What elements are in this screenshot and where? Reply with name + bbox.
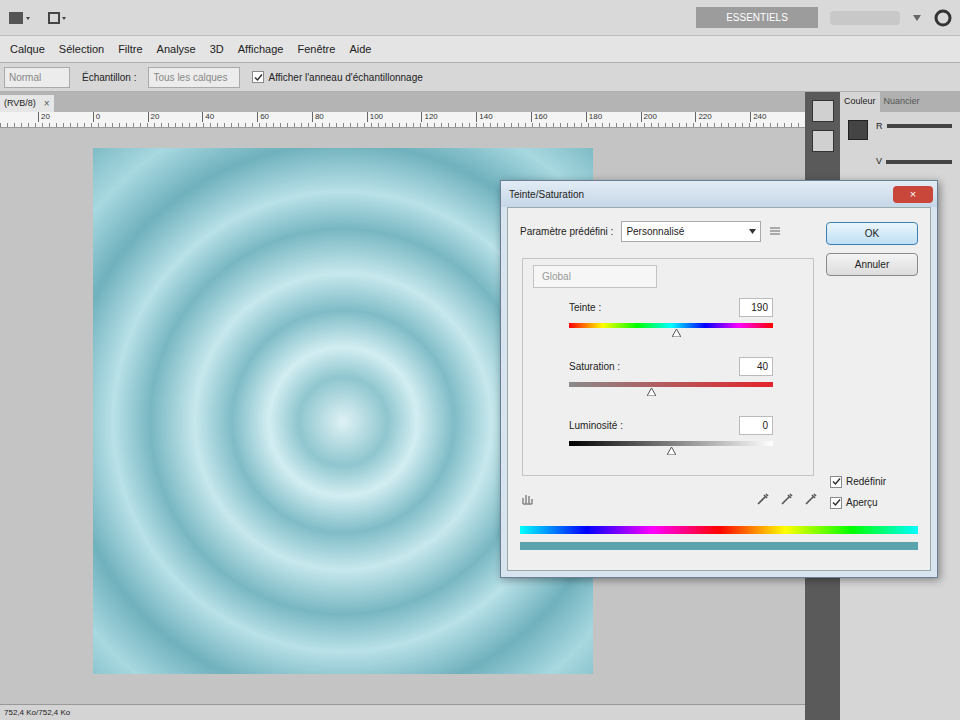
ruler: 20020406080100120140160180200220240 bbox=[0, 112, 805, 128]
workspace-button[interactable]: ESSENTIELS bbox=[696, 7, 818, 28]
app-bar: ESSENTIELS bbox=[0, 0, 960, 36]
menu-item[interactable]: Calque bbox=[10, 41, 45, 58]
eyedropper-icon[interactable] bbox=[756, 492, 770, 506]
channel-slider[interactable]: R bbox=[876, 120, 952, 134]
panel-tabs: CouleurNuancier bbox=[840, 92, 960, 112]
menu-bar: Calque Sélection Filtre Analyse 3D Affichage F… bbox=[0, 36, 960, 62]
slider-thumb-icon[interactable] bbox=[667, 447, 676, 455]
menu-item[interactable]: 3D bbox=[210, 41, 224, 58]
check-icon bbox=[254, 73, 263, 82]
ruler-tick: 20 bbox=[38, 112, 93, 122]
ring-option[interactable]: Afficher l'anneau d'échantillonnage bbox=[252, 70, 422, 85]
output-hue-bar bbox=[520, 542, 918, 550]
slider-value[interactable]: 0 bbox=[739, 416, 773, 435]
input-hue-bar bbox=[520, 526, 918, 534]
ruler-tick: 80 bbox=[312, 112, 367, 122]
panel-icon[interactable] bbox=[812, 130, 834, 152]
menu-item[interactable]: Affichage bbox=[238, 41, 284, 58]
options-bar: Normal Échantillon : Tous les calques Affic… bbox=[0, 62, 960, 92]
dropdown-icon[interactable] bbox=[912, 14, 922, 22]
slider-thumb-icon[interactable] bbox=[647, 388, 656, 396]
mode-dropdown[interactable]: Normal bbox=[4, 67, 70, 88]
check-icon bbox=[832, 498, 841, 507]
ruler-tick: 180 bbox=[586, 112, 641, 122]
ruler-tick: 40 bbox=[202, 112, 257, 122]
ring-checkbox[interactable] bbox=[252, 71, 264, 83]
preset-label: Paramètre prédéfini : bbox=[520, 224, 613, 239]
ruler-tick: 60 bbox=[257, 112, 312, 122]
adjustment-slider[interactable]: Saturation :40 bbox=[569, 357, 773, 396]
view-icon[interactable] bbox=[8, 10, 32, 26]
panel-tab[interactable]: Nuancier bbox=[880, 92, 924, 112]
hue-saturation-dialog: Teinte/Saturation× Paramètre prédéfini : P… bbox=[500, 180, 938, 578]
menu-item[interactable]: Filtre bbox=[118, 41, 142, 58]
menu-item[interactable]: Analyse bbox=[157, 41, 196, 58]
ruler-tick: 100 bbox=[367, 112, 422, 122]
status-bar: 752,4 Ko/752,4 Ko bbox=[0, 704, 805, 720]
dialog-title-bar: Teinte/Saturation× bbox=[501, 181, 937, 207]
search-field[interactable] bbox=[830, 11, 900, 25]
cs-live-icon[interactable] bbox=[934, 9, 952, 27]
dialog-button[interactable]: OK bbox=[826, 222, 918, 245]
check-icon bbox=[832, 477, 841, 486]
preset-options-icon[interactable] bbox=[769, 226, 781, 236]
eyedropper-icon[interactable] bbox=[780, 492, 794, 506]
ruler-tick: 240 bbox=[750, 112, 805, 122]
slider-value[interactable]: 40 bbox=[739, 357, 773, 376]
ruler-tick: 120 bbox=[421, 112, 476, 122]
adjustment-slider[interactable]: Luminosité :0 bbox=[569, 416, 773, 455]
ruler-tick: 200 bbox=[641, 112, 696, 122]
sample-dropdown[interactable]: Tous les calques bbox=[148, 67, 240, 88]
adjustment-slider[interactable]: Teinte :190 bbox=[569, 298, 773, 337]
channel-slider[interactable]: V bbox=[876, 155, 952, 169]
dialog-close-button[interactable]: × bbox=[893, 186, 933, 203]
slider-thumb-icon[interactable] bbox=[672, 329, 681, 337]
menu-item[interactable]: Sélection bbox=[59, 41, 104, 58]
dialog-option[interactable]: Aperçu bbox=[830, 495, 886, 510]
slider-value[interactable]: 190 bbox=[739, 298, 773, 317]
document-tabs: (RVB/8)× bbox=[0, 92, 805, 112]
zoom-icon[interactable] bbox=[44, 10, 68, 26]
panel-tab[interactable]: Couleur bbox=[840, 92, 880, 112]
ruler-tick: 0 bbox=[93, 112, 148, 122]
sample-label: Échantillon : bbox=[82, 70, 136, 85]
dropdown-icon bbox=[749, 229, 756, 234]
color-swatch[interactable] bbox=[848, 120, 868, 140]
ruler-tick: 220 bbox=[695, 112, 750, 122]
adjustment-group: Global Teinte :190 Saturation :40 Luminosit… bbox=[522, 258, 814, 476]
ruler-tick: 160 bbox=[531, 112, 586, 122]
option-checkbox[interactable] bbox=[830, 497, 842, 509]
option-checkbox[interactable] bbox=[830, 476, 842, 488]
panel-icon[interactable] bbox=[812, 100, 834, 122]
preset-dropdown[interactable]: Personnalisé bbox=[621, 221, 761, 242]
dialog-button[interactable]: Annuler bbox=[826, 253, 918, 276]
photoshop-window: ESSENTIELS Calque Sélection Filtre Analyse 3D… bbox=[0, 0, 960, 720]
close-tab-button[interactable]: × bbox=[44, 96, 50, 111]
menu-item[interactable]: Aide bbox=[349, 41, 371, 58]
ruler-tick: 20 bbox=[148, 112, 203, 122]
document-tab[interactable]: (RVB/8)× bbox=[0, 95, 54, 112]
hand-adjust-icon[interactable] bbox=[520, 492, 534, 506]
eyedropper-icon[interactable] bbox=[804, 492, 818, 506]
menu-item[interactable]: Fenêtre bbox=[297, 41, 335, 58]
channel-dropdown[interactable]: Global bbox=[533, 265, 657, 288]
ruler-tick: 140 bbox=[476, 112, 531, 122]
dialog-option[interactable]: Redéfinir bbox=[830, 474, 886, 489]
